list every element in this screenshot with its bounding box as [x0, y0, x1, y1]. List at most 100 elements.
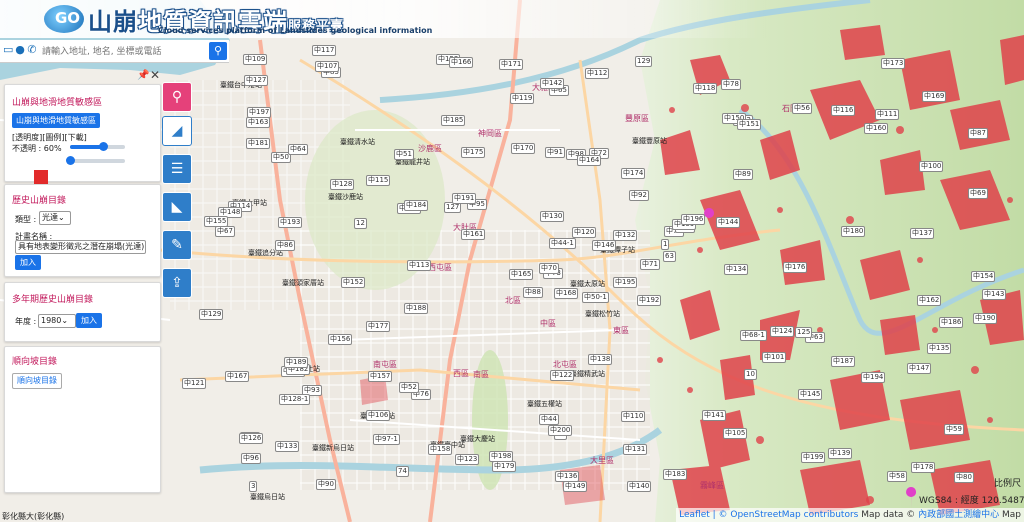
road-shield: 中177 [366, 321, 391, 332]
district-label: 南屯區 [373, 360, 397, 369]
road-shield: 中160 [864, 123, 889, 134]
road-shield: 中80 [954, 472, 974, 483]
station-label: 臺鐵精武站 [570, 370, 605, 378]
road-shield: 中178 [911, 462, 936, 473]
road-shield: 中169 [922, 91, 947, 102]
road-shield: 3 [249, 481, 258, 492]
opacity-label: 不透明 : 60% [12, 144, 62, 153]
map-layers-button[interactable]: ⚲ [162, 82, 192, 112]
map-icon[interactable]: ▭ [3, 44, 13, 56]
search-button[interactable]: ⚲ [209, 42, 227, 60]
secondary-slider[interactable] [66, 156, 125, 165]
road-shield: 中50-1 [582, 292, 609, 303]
road-shield: 中197 [247, 107, 272, 118]
road-shield: 中194 [861, 372, 886, 383]
district-label: 霧峰區 [700, 481, 724, 490]
slope-icon: ◢ [171, 123, 183, 139]
road-shield: 中119 [510, 93, 535, 104]
road-shield: 中59 [944, 424, 964, 435]
road-shield: 中193 [278, 217, 303, 228]
station-label: 臺鐵新烏日站 [312, 444, 354, 452]
county-label: 彰化縣大(彰化縣) [2, 512, 65, 521]
road-shield: 中171 [499, 59, 524, 70]
type-select[interactable]: 光達⌄ [39, 211, 71, 225]
road-shield: 中122 [550, 370, 575, 381]
road-shield: 中116 [831, 105, 856, 116]
road-shield: 中87 [968, 128, 988, 139]
road-shield: 中142 [540, 78, 565, 89]
search-input[interactable] [40, 43, 210, 61]
road-shield: 中165 [509, 269, 534, 280]
road-shield: 中110 [621, 411, 646, 422]
location-pin-icon[interactable]: ● [15, 44, 25, 56]
road-shield: 中64 [288, 144, 308, 155]
road-shield: 中187 [831, 356, 856, 367]
history-card: 歷史山崩目錄 類型 : 光達⌄ 計畫名稱 : 具有地表變形徵兆之潛在崩塌(光達)… [4, 184, 161, 277]
road-shield: 中147 [907, 363, 932, 374]
export-icon: ⇪ [171, 275, 183, 291]
road-shield: 中198 [489, 451, 514, 462]
layers-button[interactable]: ☰ [162, 154, 192, 184]
road-shield: 中196 [681, 214, 706, 225]
close-icon[interactable]: ✕ [150, 68, 160, 82]
measure-button[interactable]: ✎ [162, 230, 192, 260]
road-shield: 中139 [828, 448, 853, 459]
road-shield: 中96 [241, 453, 261, 464]
road-shield: 129 [635, 56, 653, 67]
road-shield: 中146 [592, 240, 617, 251]
app-subtitle: Cloud services platform of Landslides ge… [158, 26, 433, 35]
road-shield: 中144 [716, 217, 741, 228]
dip-slope-title: 順向坡目錄 [12, 357, 58, 367]
road-shield: 1 [661, 239, 670, 250]
road-shield: 中126 [239, 433, 264, 444]
station-label: 臺鐵清水站 [340, 138, 375, 146]
road-shield: 中200 [548, 425, 573, 436]
road-shield: 中192 [637, 295, 662, 306]
road-shield: 中67 [215, 226, 235, 237]
multi-period-add-button[interactable]: 加入 [76, 313, 102, 328]
export-button[interactable]: ⇪ [162, 268, 192, 298]
pin-icon[interactable]: 📌 [137, 70, 149, 81]
road-shield: 中181 [246, 138, 271, 149]
terrain-icon: ◣ [171, 199, 183, 215]
road-shield: 74 [396, 466, 409, 477]
history-add-button[interactable]: 加入 [15, 255, 41, 270]
road-shield: 中183 [663, 469, 688, 480]
district-label: 中區 [540, 319, 556, 328]
district-label: 北區 [505, 296, 521, 305]
station-label: 臺鐵松竹站 [585, 310, 620, 318]
dip-slope-button[interactable]: 順向坡目錄 [12, 373, 62, 389]
attribution-link[interactable]: 內政部國土測繪中心 [918, 510, 999, 520]
opacity-slider[interactable] [70, 142, 125, 151]
road-shield: 中115 [366, 175, 391, 186]
road-shield: 中185 [441, 115, 466, 126]
terrain-button[interactable]: ◣ [162, 192, 192, 222]
leaflet-link[interactable]: Leaflet | © OpenStreetMap contributors [679, 510, 858, 520]
slope-button[interactable]: ◢ [162, 116, 192, 146]
road-shield: 中117 [312, 45, 337, 56]
road-shield: 中113 [407, 260, 432, 271]
year-select[interactable]: 1980⌄ [38, 314, 76, 328]
road-shield: 中162 [917, 295, 942, 306]
road-shield: 中129 [199, 309, 224, 320]
year-label: 年度 : [15, 317, 37, 326]
road-shield: 中188 [404, 303, 429, 314]
search-icon: ⚲ [213, 44, 223, 57]
road-shield: 中190 [973, 313, 998, 324]
sensitivity-links[interactable]: [透明度][圖例][下載] [12, 132, 87, 143]
road-shield: 中128 [330, 179, 355, 190]
district-label: 西屯區 [428, 263, 452, 272]
road-shield: 中138 [588, 354, 613, 365]
road-shield: 中91 [545, 147, 565, 158]
road-shield: 中133 [275, 441, 300, 452]
road-shield: 中86 [275, 240, 295, 251]
station-label: 臺鐵烏日站 [250, 493, 285, 501]
road-shield: 中151 [737, 119, 762, 130]
road-shield: 中155 [204, 216, 229, 227]
sensitivity-button[interactable]: 山崩與地滑地質敏感區 [12, 113, 100, 128]
road-shield: 中180 [841, 226, 866, 237]
road-shield: 中109 [243, 54, 268, 65]
road-shield: 中176 [783, 262, 808, 273]
phone-icon[interactable]: ✆ [27, 44, 37, 56]
plan-select[interactable]: 具有地表變形徵兆之潛在崩塌(光達) [15, 240, 146, 254]
